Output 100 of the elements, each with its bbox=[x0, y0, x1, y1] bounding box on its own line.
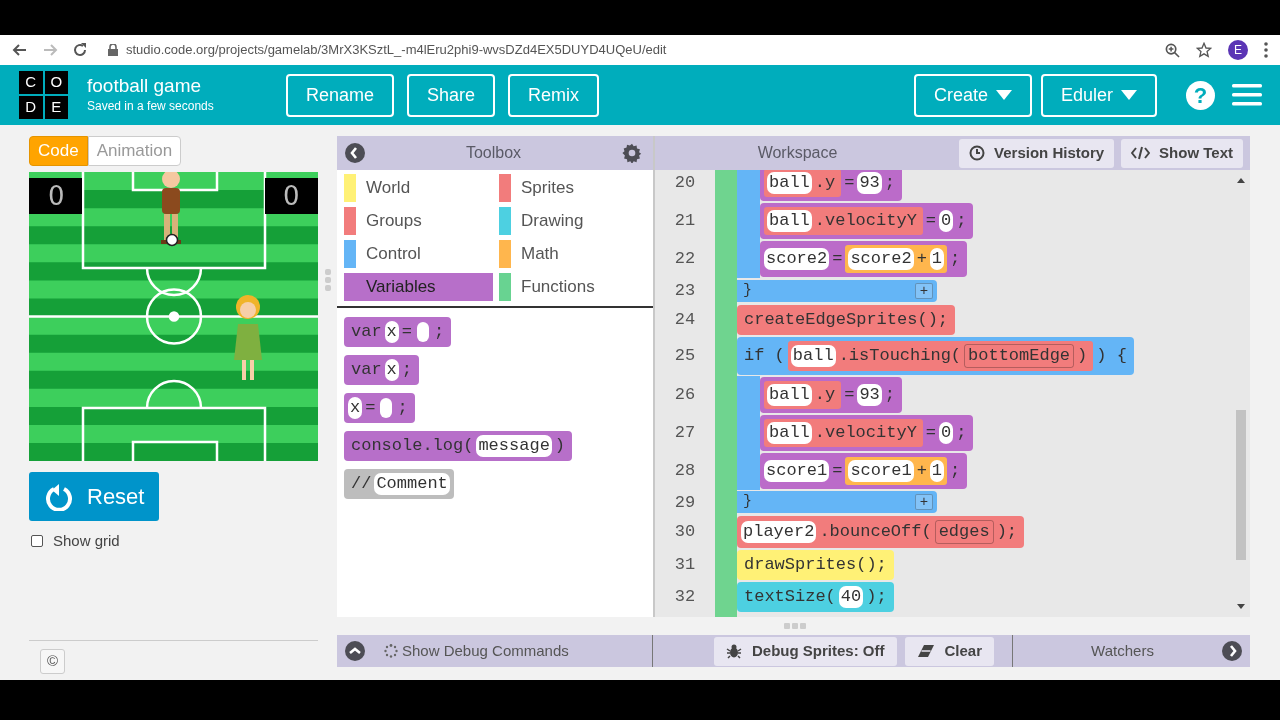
parameter-slot[interactable]: edges bbox=[934, 520, 994, 544]
reload-icon[interactable] bbox=[72, 42, 88, 58]
more-icon[interactable] bbox=[1264, 42, 1268, 58]
value-slot[interactable]: ball bbox=[767, 383, 812, 406]
back-icon[interactable] bbox=[12, 42, 28, 58]
code-block[interactable]: textSize( 40 ); bbox=[737, 582, 894, 612]
code-text: .y bbox=[813, 383, 837, 406]
code-block[interactable]: score1 = score1 + 1 ; bbox=[760, 452, 968, 489]
code-text: } bbox=[743, 280, 752, 301]
logo-tile: C bbox=[19, 71, 43, 94]
copyright-button[interactable]: © bbox=[40, 649, 65, 674]
expand-icon[interactable] bbox=[345, 641, 365, 661]
code-text: + bbox=[915, 459, 928, 482]
code-block[interactable]: ball .velocityY = 0 ; bbox=[760, 414, 974, 451]
star-icon[interactable] bbox=[1196, 42, 1212, 58]
expression-block[interactable]: score2 + 1 bbox=[845, 245, 948, 273]
code-text: ; bbox=[955, 421, 968, 444]
code-text: ) bbox=[553, 435, 567, 457]
code-block[interactable]: player2 .bounceOff( edges ); bbox=[737, 516, 1025, 548]
empty-slot[interactable] bbox=[417, 322, 429, 342]
menu-icon[interactable] bbox=[1232, 83, 1262, 107]
value-slot[interactable]: ball bbox=[767, 210, 812, 232]
category-item[interactable]: Drawing bbox=[499, 207, 646, 235]
category-item[interactable]: Math bbox=[499, 240, 646, 268]
code-text: = bbox=[364, 397, 377, 419]
value-slot[interactable]: Comment bbox=[374, 473, 450, 495]
code-text: = bbox=[843, 172, 856, 194]
expand-icon[interactable] bbox=[1222, 641, 1242, 661]
value-slot[interactable]: ball bbox=[767, 172, 812, 194]
value-slot[interactable]: ball bbox=[790, 344, 836, 367]
value-slot[interactable]: 0 bbox=[939, 210, 954, 232]
code-block[interactable]: score2 = score2 + 1 ; bbox=[760, 241, 968, 277]
code-text: ; bbox=[433, 321, 446, 343]
category-item[interactable]: Sprites bbox=[499, 174, 646, 202]
code-block[interactable]: ball .y = 93 ; bbox=[760, 376, 903, 413]
expression-block[interactable]: ball .velocityY bbox=[764, 418, 923, 447]
code-block[interactable]: ball .velocityY = 0 ; bbox=[760, 203, 974, 239]
zoom-icon[interactable] bbox=[1165, 42, 1180, 58]
value-slot[interactable]: score2 bbox=[848, 248, 914, 270]
code-block[interactable]: drawSprites(); bbox=[737, 550, 894, 580]
category-item[interactable]: World bbox=[344, 174, 499, 202]
code-block[interactable]: ball .y = 93 ; bbox=[760, 170, 903, 201]
collapse-icon[interactable] bbox=[345, 143, 365, 163]
parameter-slot[interactable]: bottomEdge bbox=[964, 343, 1075, 368]
expression-block[interactable]: score1 + 1 bbox=[845, 456, 948, 485]
category-item[interactable]: Control bbox=[344, 240, 499, 268]
add-button[interactable]: + bbox=[915, 494, 933, 511]
if-block-header[interactable]: if ( ball .isTouching( bottomEdge ) ) { bbox=[737, 336, 1134, 375]
header-button[interactable]: Version History bbox=[959, 138, 1115, 168]
value-slot[interactable]: 1 bbox=[929, 248, 945, 270]
value-slot[interactable]: x bbox=[348, 397, 363, 419]
palette-block[interactable]: console.log( message ) bbox=[344, 431, 573, 461]
category-item[interactable]: Groups bbox=[344, 207, 499, 235]
palette-block[interactable]: // Comment bbox=[344, 469, 454, 499]
value-slot[interactable]: 93 bbox=[857, 172, 882, 194]
code-text: textSize( bbox=[743, 586, 837, 608]
url-text[interactable]: studio.code.org/projects/gamelab/3MrX3KSztL_-m4lEru2phi9-wvsDZd4EX5DUYD4UQeU/edit bbox=[126, 40, 667, 60]
code-text: drawSprites(); bbox=[743, 554, 888, 576]
logo-tile: E bbox=[44, 96, 68, 119]
checkbox[interactable] bbox=[31, 535, 43, 548]
code-text: ; bbox=[949, 248, 962, 270]
value-slot[interactable]: 1 bbox=[929, 459, 945, 482]
value-slot[interactable]: x bbox=[384, 321, 399, 343]
code-text: console.log( bbox=[350, 435, 475, 457]
value-slot[interactable]: 93 bbox=[857, 383, 882, 406]
logo-tile: D bbox=[19, 96, 43, 119]
value-slot[interactable]: player2 bbox=[741, 521, 817, 543]
value-slot[interactable]: score1 bbox=[764, 459, 830, 482]
drag-handle-icon[interactable] bbox=[784, 623, 806, 629]
category-item[interactable]: Variables bbox=[344, 273, 493, 301]
expression-block[interactable]: ball .y bbox=[764, 380, 842, 409]
code-block[interactable]: createEdgeSprites(); bbox=[737, 304, 956, 335]
expression-block[interactable]: ball .y bbox=[764, 170, 842, 197]
add-button[interactable]: + bbox=[915, 282, 933, 299]
debug-commands-toggle[interactable]: Show Debug Commands bbox=[402, 639, 569, 663]
palette-block[interactable]: var x ; bbox=[344, 355, 419, 385]
palette-block[interactable]: var x = ; bbox=[344, 317, 452, 347]
category-label: Groups bbox=[366, 210, 422, 233]
resize-handle-icon[interactable] bbox=[325, 269, 331, 291]
header-button[interactable]: Show Text bbox=[1121, 138, 1243, 168]
palette-block[interactable]: x = ; bbox=[344, 393, 415, 423]
expression-block[interactable]: ball .isTouching( bottomEdge ) bbox=[787, 340, 1094, 371]
score-text: 0 bbox=[283, 181, 300, 211]
line-number: 27 bbox=[673, 421, 697, 444]
value-slot[interactable]: x bbox=[384, 359, 399, 381]
value-slot[interactable]: 0 bbox=[939, 421, 954, 444]
panel-title: Toolbox bbox=[464, 143, 523, 163]
debug-sprites-button[interactable]: Debug Sprites: Off bbox=[714, 636, 897, 666]
value-slot[interactable]: score1 bbox=[848, 459, 914, 482]
settings-icon[interactable] bbox=[622, 143, 642, 163]
clear-button[interactable]: Clear bbox=[904, 636, 995, 666]
value-slot[interactable]: ball bbox=[767, 421, 812, 444]
empty-slot[interactable] bbox=[380, 398, 393, 418]
category-item[interactable]: Functions bbox=[499, 273, 646, 301]
value-slot[interactable]: 40 bbox=[838, 586, 864, 608]
code-text: ; bbox=[400, 359, 413, 381]
avatar-button[interactable]: E bbox=[1228, 40, 1248, 60]
value-slot[interactable]: score2 bbox=[764, 248, 830, 270]
value-slot[interactable]: message bbox=[476, 435, 552, 457]
expression-block[interactable]: ball .velocityY bbox=[764, 207, 923, 235]
